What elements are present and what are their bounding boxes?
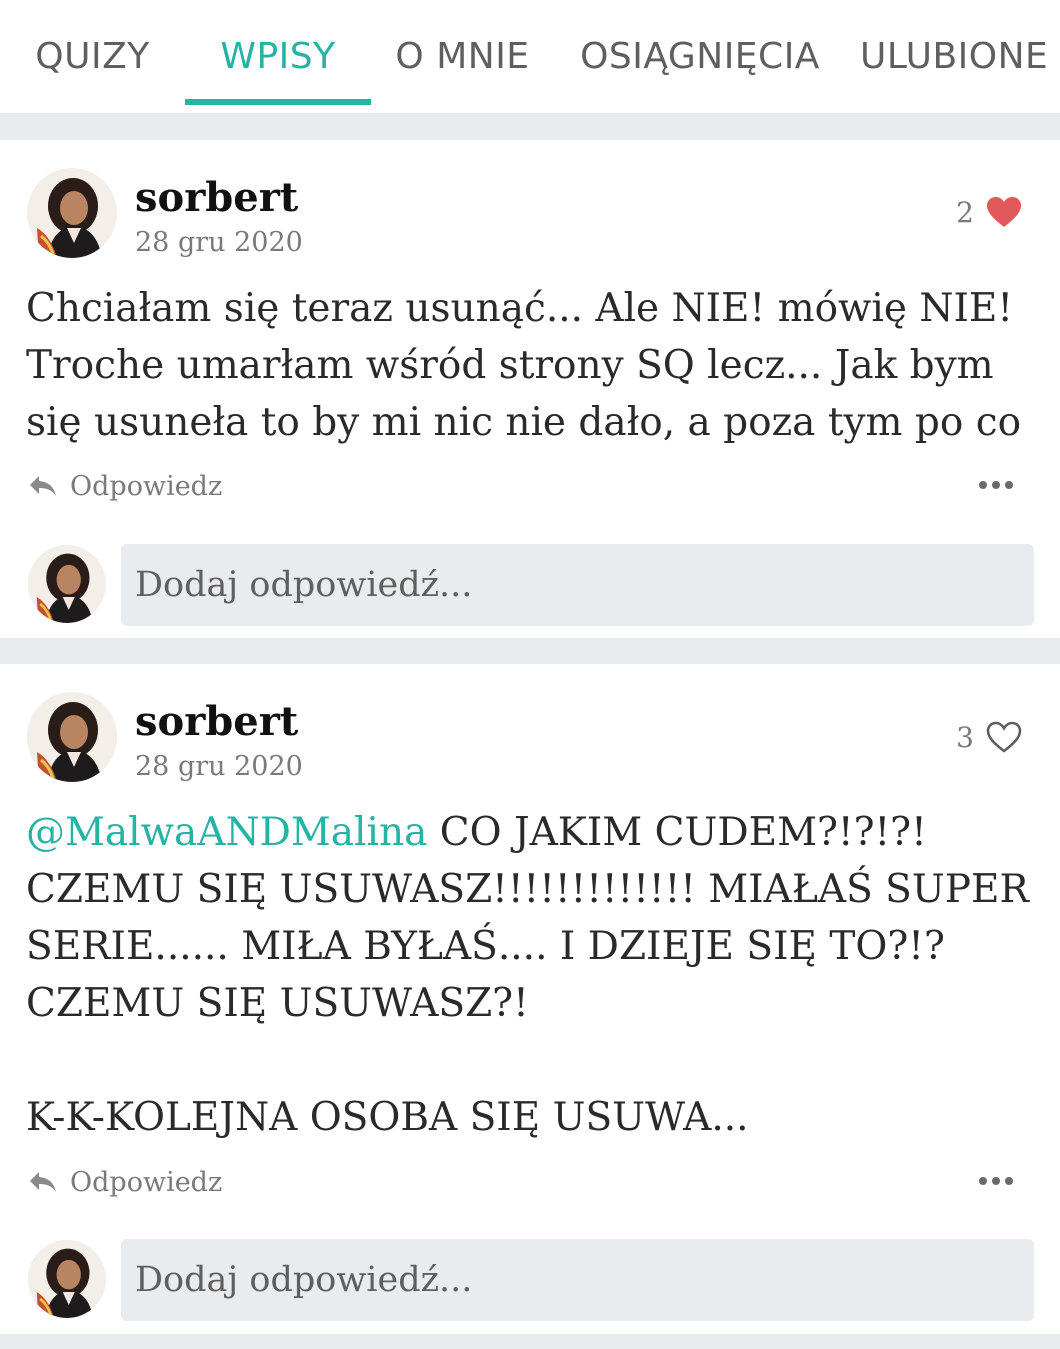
tab-ulubione[interactable]: ULUBIONE <box>860 0 1060 113</box>
like-control[interactable]: 3 <box>956 715 1022 759</box>
post-card: sorbert 28 gru 2020 2 Chciałam się teraz… <box>0 140 1060 638</box>
tab-o-mnie[interactable]: O MNIE <box>385 0 540 113</box>
reply-link[interactable]: Odpowiedz <box>28 1164 222 1200</box>
reply-arrow-icon <box>30 1172 56 1192</box>
tab-wpisy[interactable]: WPISY <box>185 0 371 113</box>
more-options-icon[interactable] <box>978 1176 1014 1186</box>
heart-filled-icon[interactable] <box>986 196 1022 229</box>
author-username[interactable]: sorbert <box>135 178 298 218</box>
avatar-image <box>28 1240 106 1318</box>
author-avatar[interactable] <box>27 168 117 258</box>
like-count: 3 <box>956 720 974 754</box>
reply-input[interactable]: Dodaj odpowiedź... <box>121 544 1034 626</box>
post-body-text: CO JAKIM CUDEM?!?!?! CZEMU SIĘ USUWASZ!!… <box>26 810 1029 1140</box>
like-count: 2 <box>956 195 974 229</box>
current-user-avatar <box>28 1240 106 1318</box>
post-date: 28 gru 2020 <box>135 751 303 782</box>
active-tab-indicator <box>185 99 371 105</box>
reply-arrow-icon <box>30 476 56 496</box>
post-date: 28 gru 2020 <box>135 227 303 258</box>
avatar-image <box>28 545 106 623</box>
reply-label: Odpowiedz <box>70 1166 223 1198</box>
user-mention-link[interactable]: @MalwaANDMalina <box>26 810 427 855</box>
more-options-icon[interactable] <box>978 480 1014 490</box>
tab-quizy[interactable]: QUIZY <box>20 0 165 113</box>
reply-label: Odpowiedz <box>70 470 223 502</box>
heart-outline-icon[interactable] <box>986 721 1022 754</box>
post-card: sorbert 28 gru 2020 3 @MalwaANDMalina CO… <box>0 664 1060 1334</box>
reply-link[interactable]: Odpowiedz <box>28 468 222 504</box>
avatar-image <box>27 692 117 782</box>
profile-tab-bar: QUIZY WPISY O MNIE OSIĄGNIĘCIA ULUBIONE <box>0 0 1060 113</box>
author-username[interactable]: sorbert <box>135 702 298 742</box>
author-avatar[interactable] <box>27 692 117 782</box>
like-control[interactable]: 2 <box>956 190 1022 234</box>
post-body: Chciałam się teraz usunąć... Ale NIE! mó… <box>26 286 1026 445</box>
post-body: @MalwaANDMalina CO JAKIM CUDEM?!?!?! CZE… <box>26 804 1036 1146</box>
current-user-avatar <box>28 545 106 623</box>
avatar-image <box>27 168 117 258</box>
tab-osiagniecia[interactable]: OSIĄGNIĘCIA <box>570 0 830 113</box>
reply-input[interactable]: Dodaj odpowiedź... <box>121 1239 1034 1321</box>
